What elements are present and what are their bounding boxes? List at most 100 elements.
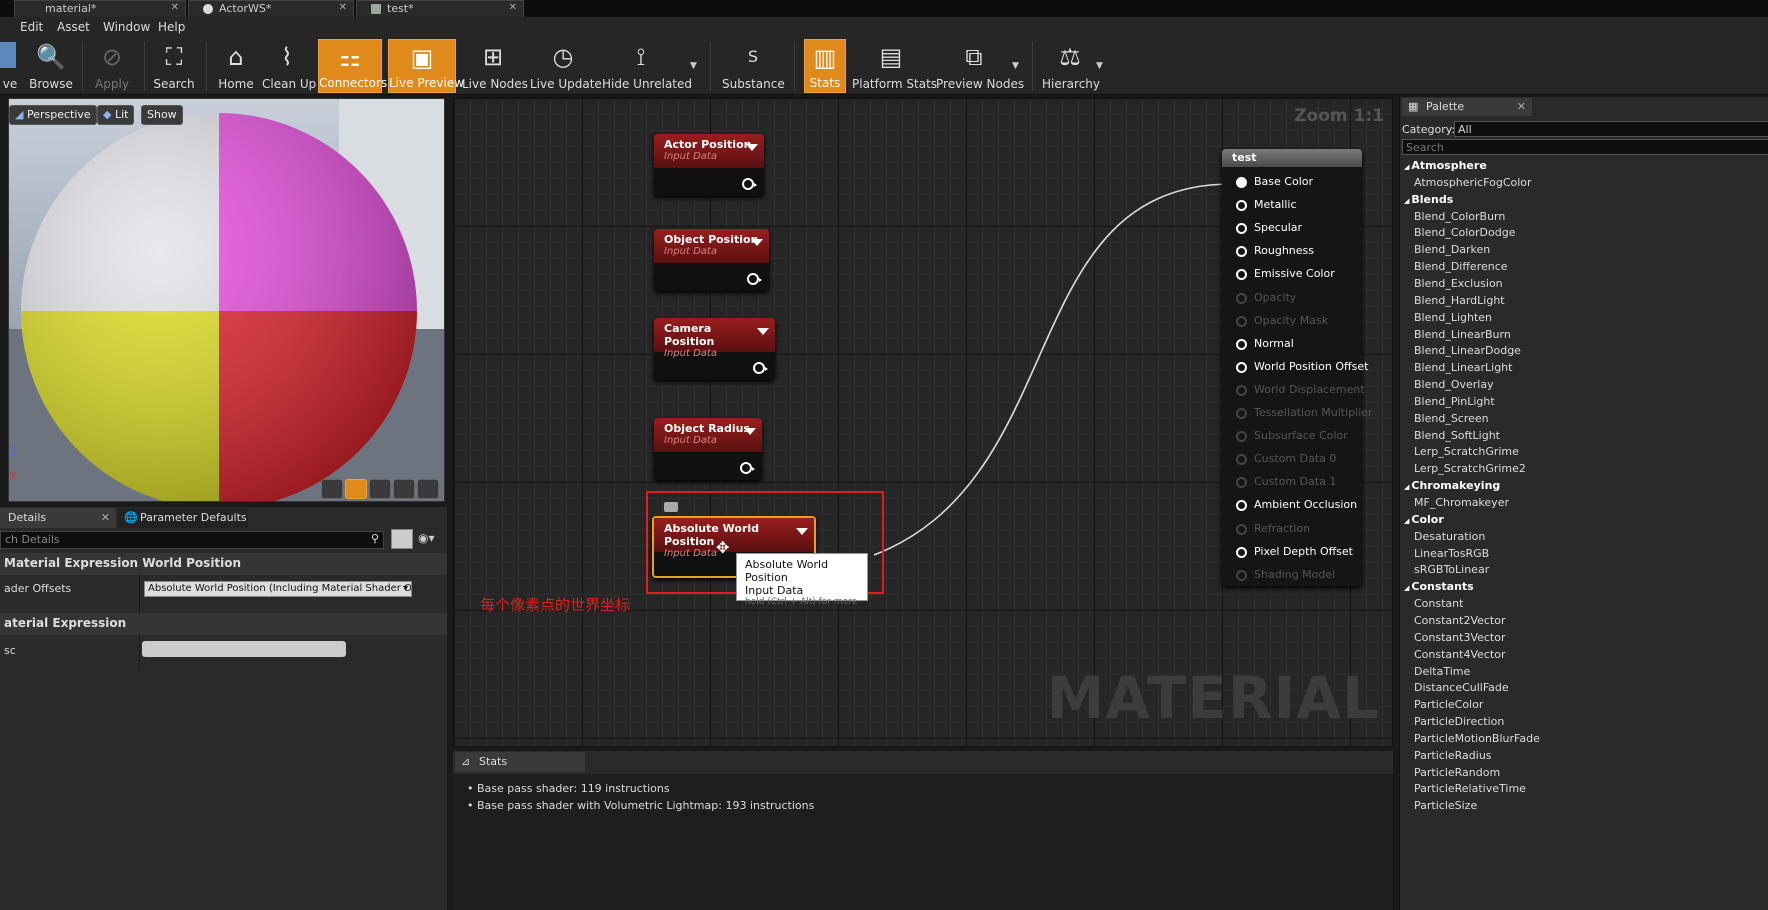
preview-viewport[interactable]: ◢ Perspective ◆ Lit Show Z X xyxy=(8,98,445,502)
tab-test[interactable]: test* ✕ xyxy=(356,0,524,17)
tab-parameter-defaults[interactable]: 🌐 Parameter Defaults xyxy=(118,508,248,528)
palette-item[interactable]: AtmosphericFogColor xyxy=(1414,176,1532,189)
palette-item[interactable]: Blend_LinearBurn xyxy=(1414,328,1511,341)
browse-button[interactable]: 🔍 Browse xyxy=(26,39,76,93)
cube-preview-button[interactable] xyxy=(393,479,415,499)
chevron-down-icon[interactable] xyxy=(746,144,758,151)
tab-palette[interactable]: ▦ Palette ✕ xyxy=(1402,98,1532,116)
palette-item[interactable]: Constant2Vector xyxy=(1414,614,1506,627)
input-pin-icon[interactable] xyxy=(1236,454,1247,466)
palette-item[interactable]: Blend_Overlay xyxy=(1414,378,1494,391)
palette-item[interactable]: Blend_ColorBurn xyxy=(1414,210,1505,223)
platform-stats-button[interactable]: ▤ Platform Stats xyxy=(852,39,937,93)
palette-item[interactable]: Blend_PinLight xyxy=(1414,395,1495,408)
custom-mesh-preview-button[interactable] xyxy=(417,479,439,499)
apply-button[interactable]: ⊘ Apply xyxy=(88,39,136,93)
palette-item[interactable]: Constant4Vector xyxy=(1414,648,1506,661)
input-pin-icon[interactable] xyxy=(1236,361,1247,373)
palette-item[interactable]: Lerp_ScratchGrime2 xyxy=(1414,462,1526,475)
palette-item[interactable]: MF_Chromakeyer xyxy=(1414,496,1509,509)
preview-nodes-button[interactable]: ⧉ Preview Nodes xyxy=(936,39,1024,93)
hierarchy-button[interactable]: ⚖ Hierarchy xyxy=(1042,39,1100,93)
connectors-button[interactable]: ⚏ Connectors xyxy=(318,39,387,93)
tab-material[interactable]: material* ✕ xyxy=(14,0,186,17)
input-pin-icon[interactable] xyxy=(1236,269,1247,281)
palette-item[interactable]: Constant3Vector xyxy=(1414,631,1506,644)
palette-item[interactable]: ParticleDirection xyxy=(1414,715,1504,728)
expand-arrow-icon[interactable]: ◢ xyxy=(1404,483,1409,491)
palette-item[interactable]: Blend_LinearDodge xyxy=(1414,344,1521,357)
input-pin-icon[interactable] xyxy=(1236,384,1247,396)
palette-item[interactable]: Blend_LinearLight xyxy=(1414,361,1512,374)
show-button[interactable]: Show xyxy=(141,105,183,125)
input-pin-icon[interactable] xyxy=(1236,338,1247,350)
menu-edit[interactable]: Edit xyxy=(20,20,43,34)
palette-category[interactable]: ◢ Color xyxy=(1404,513,1444,526)
stats-button[interactable]: ▥ Stats xyxy=(804,39,846,93)
live-preview-button[interactable]: ▣ Live Preview xyxy=(388,39,464,93)
input-pin-icon[interactable] xyxy=(1236,223,1247,235)
chevron-down-icon[interactable]: ▼ xyxy=(1096,61,1103,71)
palette-item[interactable]: Blend_HardLight xyxy=(1414,294,1505,307)
palette-item[interactable]: DeltaTime xyxy=(1414,665,1470,678)
plane-preview-button[interactable] xyxy=(369,479,391,499)
lit-button[interactable]: ◆ Lit xyxy=(97,105,135,125)
input-pin-icon[interactable] xyxy=(1236,569,1247,581)
input-pin-icon[interactable] xyxy=(1236,546,1247,558)
eye-icon[interactable]: ◉▾ xyxy=(418,531,435,545)
input-pin-icon[interactable] xyxy=(1236,408,1247,419)
node-camera-position[interactable]: Camera Position Input Data xyxy=(654,318,775,380)
shader-offsets-dropdown[interactable]: Absolute World Position (Including Mater… xyxy=(144,581,412,597)
expand-arrow-icon[interactable]: ◢ xyxy=(1404,584,1409,592)
output-pin[interactable] xyxy=(740,462,755,474)
hide-unrelated-button[interactable]: ⟟ Hide Unrelated xyxy=(602,39,692,93)
palette-item[interactable]: sRGBToLinear xyxy=(1414,563,1489,576)
menu-asset[interactable]: Asset xyxy=(57,20,90,34)
close-icon[interactable]: ✕ xyxy=(171,2,179,13)
palette-item[interactable]: Blend_Screen xyxy=(1414,412,1489,425)
save-button[interactable]: ve xyxy=(0,39,20,93)
palette-item[interactable]: Constant xyxy=(1414,597,1463,610)
input-pin-icon[interactable] xyxy=(1236,431,1247,443)
category-dropdown[interactable]: All xyxy=(1454,121,1768,137)
palette-category[interactable]: ◢ Blends xyxy=(1404,193,1453,206)
output-pin[interactable] xyxy=(753,362,768,374)
expand-arrow-icon[interactable]: ◢ xyxy=(1404,517,1409,525)
palette-item[interactable]: Lerp_ScratchGrime xyxy=(1414,445,1519,458)
result-node-test[interactable]: test Base Color Metallic Specular Roughness… xyxy=(1222,149,1373,586)
live-update-button[interactable]: ◷ Live Update xyxy=(530,39,602,93)
palette-item[interactable]: DistanceCullFade xyxy=(1414,681,1509,694)
expand-arrow-icon[interactable]: ◢ xyxy=(1404,197,1409,205)
close-icon[interactable]: ✕ xyxy=(1517,100,1526,113)
live-nodes-button[interactable]: ⊞ Live Nodes xyxy=(462,39,528,93)
sphere-preview-button[interactable] xyxy=(345,479,367,499)
palette-category[interactable]: ◢ Constants xyxy=(1404,580,1474,593)
node-actor-position[interactable]: Actor Position Input Data xyxy=(654,134,764,196)
palette-item[interactable]: ParticleRandom xyxy=(1414,766,1500,779)
section-world-position[interactable]: Material Expression World Position xyxy=(0,553,447,575)
palette-item[interactable]: ParticleRelativeTime xyxy=(1414,782,1526,795)
input-pin-icon[interactable] xyxy=(1236,292,1247,304)
palette-item[interactable]: ParticleMotionBlurFade xyxy=(1414,732,1540,745)
input-pin-icon[interactable] xyxy=(1236,200,1247,212)
input-pin-icon[interactable] xyxy=(1236,500,1247,512)
search-button[interactable]: ⛶ Search xyxy=(150,39,198,93)
palette-item[interactable]: Blend_Lighten xyxy=(1414,311,1492,324)
palette-item[interactable]: ParticleRadius xyxy=(1414,749,1492,762)
palette-item[interactable]: LinearTosRGB xyxy=(1414,547,1489,560)
palette-search-input[interactable]: Search xyxy=(1402,139,1768,155)
input-pin-icon[interactable] xyxy=(1236,177,1247,188)
input-pin-icon[interactable] xyxy=(1236,523,1247,535)
material-graph[interactable]: Zoom 1:1 MATERIAL Actor Position Input Da… xyxy=(453,97,1393,747)
palette-item[interactable]: Blend_Darken xyxy=(1414,243,1490,256)
chevron-down-icon[interactable] xyxy=(757,328,769,335)
section-material-expression[interactable]: aterial Expression xyxy=(0,613,447,635)
palette-item[interactable]: Desaturation xyxy=(1414,530,1485,543)
desc-input[interactable] xyxy=(142,641,346,657)
palette-item[interactable]: ParticleColor xyxy=(1414,698,1483,711)
node-object-position[interactable]: Object Position Input Data xyxy=(654,229,769,291)
close-icon[interactable]: ✕ xyxy=(509,2,517,13)
close-icon[interactable]: ✕ xyxy=(101,511,110,524)
chevron-down-icon[interactable]: ▼ xyxy=(690,61,697,71)
close-icon[interactable]: ✕ xyxy=(339,2,347,13)
